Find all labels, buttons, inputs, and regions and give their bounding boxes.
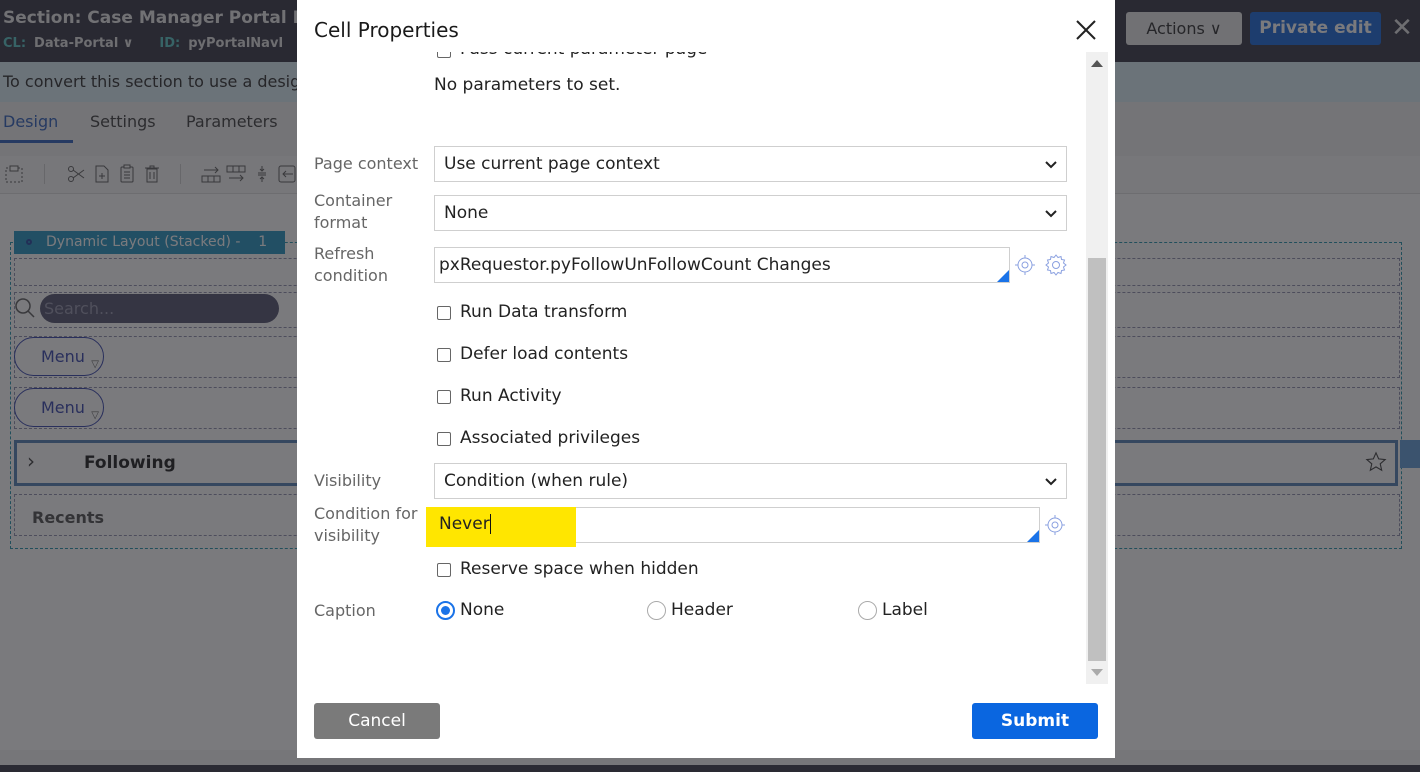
modal-title: Cell Properties bbox=[314, 18, 459, 42]
caption-label-label: Label bbox=[882, 600, 928, 620]
cancel-button[interactable]: Cancel bbox=[314, 703, 440, 739]
container-format-select[interactable]: None bbox=[434, 195, 1067, 231]
caption-label-radio[interactable] bbox=[858, 601, 877, 620]
gear-icon[interactable] bbox=[1045, 254, 1067, 276]
caption-none-radio[interactable] bbox=[436, 601, 455, 620]
modal-scrollbar[interactable] bbox=[1086, 52, 1108, 684]
defer-load-checkbox[interactable] bbox=[437, 348, 451, 362]
modal-body: Pass current parameter page No parameter… bbox=[297, 52, 1086, 684]
visibility-value: Condition (when rule) bbox=[444, 471, 629, 491]
condition-value-text: Never bbox=[439, 514, 490, 534]
caption-header-radio[interactable] bbox=[647, 601, 666, 620]
refresh-condition-value: pxRequestor.pyFollowUnFollowCount Change… bbox=[439, 255, 831, 275]
scroll-down-icon[interactable] bbox=[1091, 669, 1103, 676]
scroll-up-icon[interactable] bbox=[1091, 60, 1103, 67]
defer-load-label: Defer load contents bbox=[460, 344, 629, 364]
container-format-value: None bbox=[444, 203, 489, 223]
page-context-value: Use current page context bbox=[444, 154, 660, 174]
visibility-label: Visibility bbox=[314, 471, 382, 490]
chevron-down-icon bbox=[1045, 478, 1057, 486]
condition-visibility-value: Never bbox=[439, 514, 491, 534]
run-activity-label: Run Activity bbox=[460, 386, 562, 406]
reserve-space-label: Reserve space when hidden bbox=[460, 559, 699, 579]
caption-label: Caption bbox=[314, 601, 376, 620]
refresh-condition-input[interactable]: pxRequestor.pyFollowUnFollowCount Change… bbox=[434, 247, 1010, 283]
target-icon[interactable] bbox=[1044, 514, 1066, 536]
page-context-select[interactable]: Use current page context bbox=[434, 146, 1067, 182]
caption-none-label: None bbox=[460, 600, 505, 620]
container-format-label-line1: Container bbox=[314, 191, 393, 210]
chevron-down-icon bbox=[1045, 210, 1057, 218]
condition-visibility-label: Condition for visibility bbox=[314, 503, 417, 547]
no-params-text: No parameters to set. bbox=[434, 75, 621, 95]
scrollbar-thumb[interactable] bbox=[1088, 258, 1106, 661]
expand-corner-icon[interactable] bbox=[997, 270, 1009, 282]
chevron-down-icon bbox=[1045, 161, 1057, 169]
visibility-select[interactable]: Condition (when rule) bbox=[434, 463, 1067, 499]
associated-privileges-label: Associated privileges bbox=[460, 428, 641, 448]
condition-label-line2: visibility bbox=[314, 526, 380, 545]
condition-label-line1: Condition for bbox=[314, 504, 418, 523]
submit-button[interactable]: Submit bbox=[972, 703, 1098, 739]
caption-header-label: Header bbox=[671, 600, 733, 620]
expand-corner-icon[interactable] bbox=[1027, 530, 1039, 542]
close-icon[interactable] bbox=[1073, 17, 1099, 43]
refresh-label-line2: condition bbox=[314, 266, 388, 285]
page-context-label: Page context bbox=[314, 154, 419, 173]
cell-properties-modal: Cell Properties Pass current parameter p… bbox=[297, 0, 1115, 758]
run-activity-checkbox[interactable] bbox=[437, 390, 451, 404]
reserve-space-checkbox[interactable] bbox=[437, 563, 451, 577]
associated-privileges-checkbox[interactable] bbox=[437, 432, 451, 446]
run-data-transform-label: Run Data transform bbox=[460, 302, 628, 322]
refresh-label-line1: Refresh bbox=[314, 244, 375, 263]
text-cursor bbox=[489, 514, 491, 534]
pass-param-label: Pass current parameter page bbox=[460, 52, 707, 59]
target-icon[interactable] bbox=[1014, 254, 1036, 276]
container-format-label-line2: format bbox=[314, 213, 368, 232]
refresh-condition-label: Refresh condition bbox=[314, 243, 388, 287]
pass-param-checkbox[interactable] bbox=[437, 52, 451, 58]
run-data-transform-checkbox[interactable] bbox=[437, 306, 451, 320]
container-format-label: Container format bbox=[314, 190, 392, 234]
